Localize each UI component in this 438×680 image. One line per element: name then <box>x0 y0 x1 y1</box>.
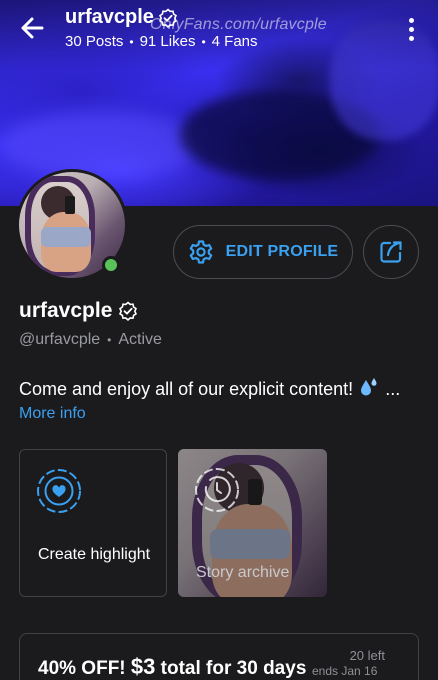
edit-profile-label: EDIT PROFILE <box>225 243 339 260</box>
display-name: urfavcple <box>19 299 113 322</box>
edit-profile-button[interactable]: EDIT PROFILE <box>173 225 353 279</box>
gear-icon <box>189 240 212 264</box>
arrow-left-icon <box>21 17 44 39</box>
history-clock-icon <box>195 468 239 512</box>
heart-circle-icon <box>37 469 81 513</box>
share-button[interactable] <box>363 225 419 279</box>
story-archive-card[interactable]: Story archive <box>178 449 327 597</box>
verified-icon <box>119 301 138 321</box>
header-stats: 30 Posts • 91 Likes • 4 Fans <box>65 33 258 50</box>
promo-price: $3 <box>130 654 156 679</box>
promo-remaining: 20 left <box>349 648 385 663</box>
promo-offer: 40% OFF! $3 total for 30 days <box>38 654 306 680</box>
top-bar: urfavcple 30 Posts • 91 Likes • 4 Fans <box>0 0 438 56</box>
promo-ends: ends Jan 16 <box>312 664 378 678</box>
kebab-dot <box>408 26 414 32</box>
kebab-dot <box>408 17 414 23</box>
activity-status: Active <box>118 331 162 348</box>
back-button[interactable] <box>18 14 48 42</box>
stats-separator: • <box>129 34 134 49</box>
promo-duration: total for 30 days <box>160 658 307 679</box>
kebab-dot <box>408 35 414 41</box>
handle-separator: • <box>107 333 112 347</box>
create-highlight-card[interactable]: Create highlight <box>19 449 167 597</box>
fans-count: 4 Fans <box>211 33 258 50</box>
bio-text: Come and enjoy all of our explicit conte… <box>19 377 400 400</box>
bio-content: Come and enjoy all of our explicit conte… <box>19 379 354 399</box>
verified-icon <box>158 7 177 28</box>
more-info-link[interactable]: More info <box>19 405 86 423</box>
promo-discount: 40% OFF! <box>38 658 126 679</box>
likes-count: 91 Likes <box>139 33 196 50</box>
create-highlight-label: Create highlight <box>38 546 151 563</box>
story-archive-label: Story archive <box>196 564 290 581</box>
posts-count: 30 Posts <box>65 33 124 50</box>
more-options-button[interactable] <box>400 16 422 42</box>
header-name: urfavcple <box>65 6 154 28</box>
bio-ellipsis: ... <box>385 379 401 399</box>
stats-separator: • <box>201 34 206 49</box>
sweat-droplets-icon <box>358 377 380 400</box>
subscription-promo-card[interactable]: 40% OFF! $3 total for 30 days 20 left en… <box>19 633 419 680</box>
online-status-indicator <box>102 256 120 274</box>
profile-name-row: urfavcple <box>19 299 138 323</box>
header-title: urfavcple <box>65 6 178 29</box>
username-handle: @urfavcple <box>19 331 101 348</box>
handle-row: @urfavcple • Active <box>19 331 162 349</box>
share-icon <box>380 241 402 263</box>
